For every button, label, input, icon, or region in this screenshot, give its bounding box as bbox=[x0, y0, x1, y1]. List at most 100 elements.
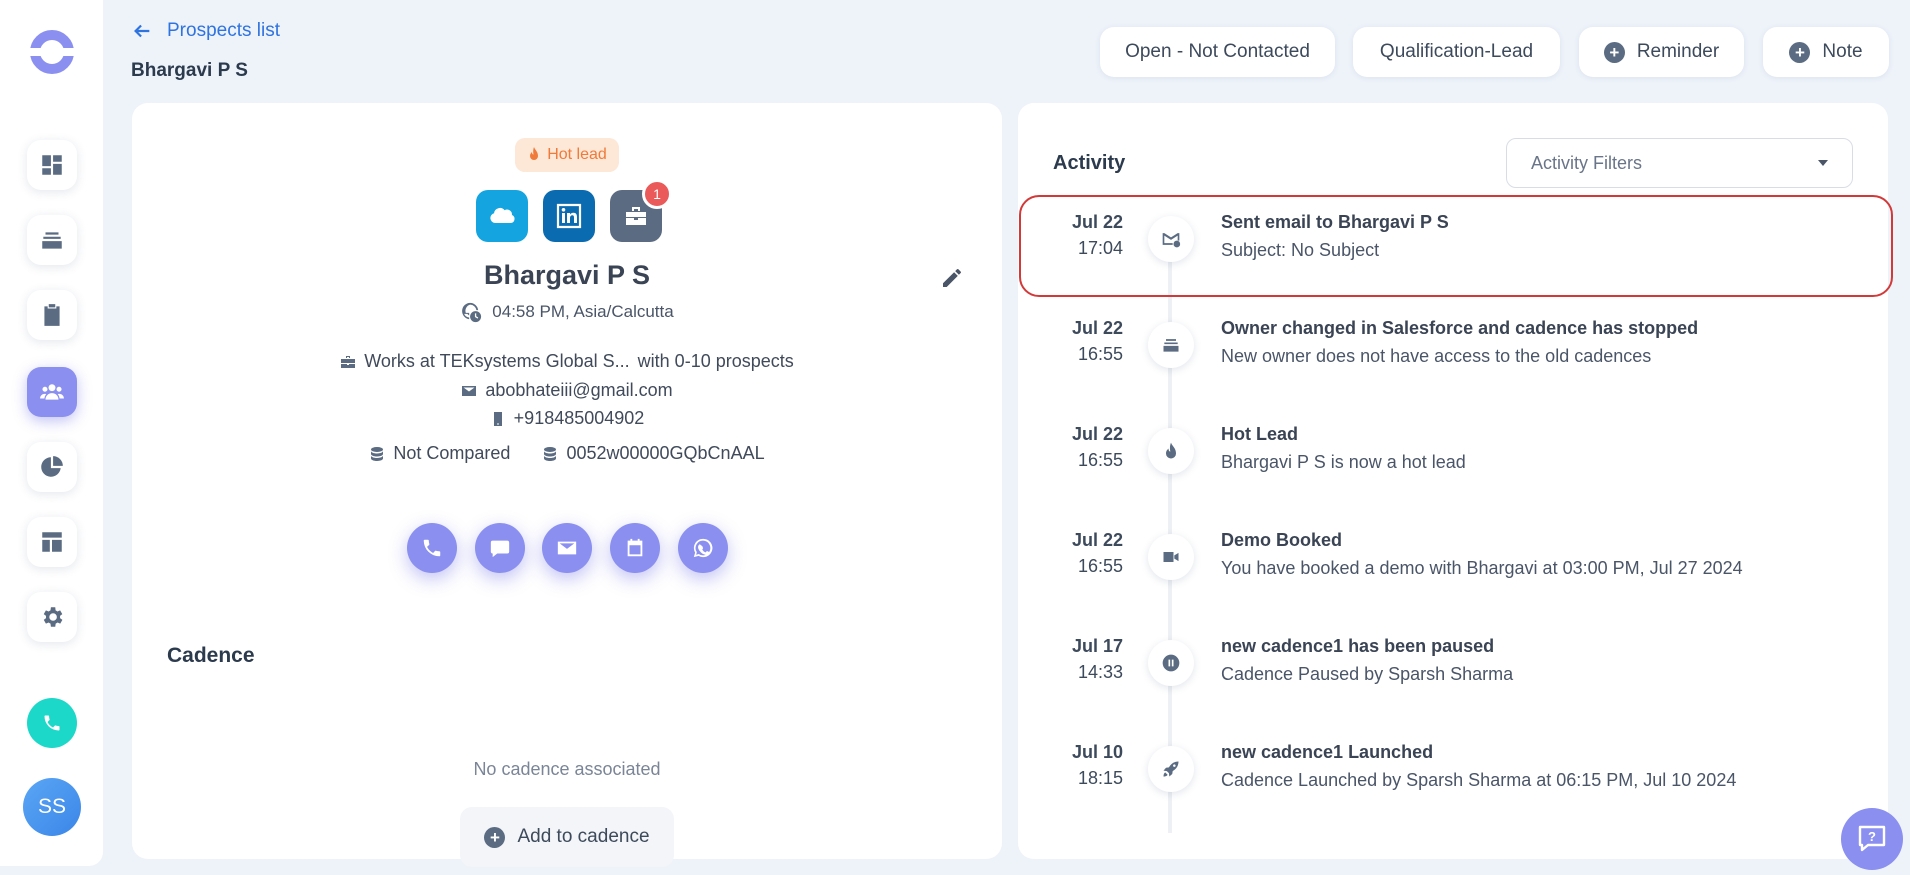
phone-icon bbox=[44, 715, 60, 731]
activity-time: 16:55 bbox=[1077, 344, 1123, 364]
prospect-name: Bhargavi P S bbox=[483, 260, 651, 290]
video-icon bbox=[1148, 534, 1194, 580]
prospect-email-row[interactable]: abobhateiii@gmail.com bbox=[132, 380, 1002, 401]
pause-icon bbox=[1148, 640, 1194, 686]
plus-circle-icon: + bbox=[1603, 41, 1625, 63]
activity-item[interactable]: Jul 22 16:55 Hot Lead Bhargavi P S is no… bbox=[1018, 410, 1888, 510]
stack-icon bbox=[42, 232, 62, 249]
salesforce-icon bbox=[490, 207, 515, 223]
breadcrumb-prospect-name: Bhargavi P S bbox=[131, 60, 248, 81]
crm-id-text: 0052w00000GQbCnAAL bbox=[566, 443, 765, 463]
salesforce-button[interactable] bbox=[476, 190, 528, 242]
activity-date: Jul 17 bbox=[1071, 636, 1123, 656]
stage-label: Qualification-Lead bbox=[1379, 41, 1534, 62]
phone-text[interactable]: +918485004902 bbox=[514, 408, 645, 429]
briefcase-icon bbox=[341, 355, 356, 368]
email-text[interactable]: abobhateiii@gmail.com bbox=[485, 380, 672, 401]
email-button[interactable] bbox=[542, 523, 592, 573]
schedule-button[interactable] bbox=[610, 523, 660, 573]
company-text: Works at TEKsystems Global S... bbox=[364, 351, 630, 371]
rocket-icon bbox=[1148, 746, 1194, 792]
arrow-left-icon bbox=[134, 24, 150, 38]
caret-down-icon bbox=[1818, 160, 1828, 166]
plus-circle-icon: + bbox=[484, 826, 506, 848]
activity-subtitle: Bhargavi P S is now a hot lead bbox=[1221, 452, 1466, 472]
chat-bubble-icon bbox=[490, 540, 510, 558]
back-to-prospects-link[interactable]: Prospects list bbox=[131, 20, 280, 42]
sidebar-item-cadences[interactable] bbox=[27, 215, 77, 265]
envelope-icon bbox=[462, 385, 477, 396]
compare-status-text: Not Compared bbox=[393, 443, 511, 463]
svg-text:?: ? bbox=[1868, 829, 1876, 844]
notification-count-badge: 1 bbox=[642, 179, 672, 209]
app-logo[interactable] bbox=[27, 27, 77, 77]
activity-heading: Owner changed in Salesforce and cadence … bbox=[1221, 318, 1699, 338]
selected-activity-highlight bbox=[1019, 195, 1893, 297]
add-to-cadence-button[interactable]: + Add to cadence bbox=[460, 807, 674, 867]
stage-button[interactable]: Qualification-Lead bbox=[1353, 27, 1560, 77]
mobile-phone-icon bbox=[493, 411, 502, 426]
activity-subtitle: Cadence Paused by Sparsh Sharma bbox=[1221, 664, 1514, 684]
activity-item[interactable]: Jul 22 16:55 Owner changed in Salesforce… bbox=[1018, 304, 1888, 404]
owner-change-icon bbox=[1148, 322, 1194, 368]
activity-subtitle: New owner does not have access to the ol… bbox=[1221, 346, 1652, 366]
no-cadence-text: No cadence associated bbox=[473, 759, 661, 779]
call-button[interactable] bbox=[407, 523, 457, 573]
activity-filters-dropdown[interactable]: Activity Filters bbox=[1506, 138, 1853, 188]
calendar-icon bbox=[627, 538, 643, 557]
prospect-company-row: Works at TEKsystems Global S... with 0-1… bbox=[132, 351, 1002, 372]
activity-item[interactable]: Jul 10 18:15 new cadence1 Launched Caden… bbox=[1018, 728, 1888, 828]
add-to-cadence-label: Add to cadence bbox=[517, 826, 650, 847]
flame-icon bbox=[1148, 428, 1194, 474]
sidebar-item-dashboard[interactable] bbox=[27, 140, 77, 190]
linkedin-icon bbox=[556, 203, 582, 229]
pie-chart-icon bbox=[41, 456, 63, 477]
help-chat-icon: ? bbox=[1858, 825, 1886, 852]
activity-subtitle: Cadence Launched by Sparsh Sharma at 06:… bbox=[1221, 770, 1737, 790]
company-size-text: with 0-10 prospects bbox=[637, 351, 794, 371]
note-button[interactable]: + Note bbox=[1763, 27, 1889, 77]
activity-date: Jul 22 bbox=[1071, 424, 1123, 444]
sidebar-item-tasks[interactable] bbox=[27, 290, 77, 340]
sidebar-item-people[interactable] bbox=[27, 367, 77, 417]
back-link-label: Prospects list bbox=[167, 20, 280, 41]
whatsapp-icon bbox=[693, 538, 713, 558]
activity-heading: new cadence1 Launched bbox=[1221, 742, 1434, 762]
sidebar-item-reports[interactable] bbox=[27, 442, 77, 492]
whatsapp-button[interactable] bbox=[678, 523, 728, 573]
sidebar-item-templates[interactable] bbox=[27, 517, 77, 567]
activity-heading: new cadence1 has been paused bbox=[1221, 636, 1495, 656]
flame-icon bbox=[530, 147, 539, 160]
help-button[interactable]: ? bbox=[1841, 808, 1903, 870]
activity-item[interactable]: Jul 22 16:55 Demo Booked You have booked… bbox=[1018, 516, 1888, 616]
clipboard-icon bbox=[44, 304, 60, 326]
globe-clock-icon bbox=[462, 302, 482, 323]
message-button[interactable] bbox=[475, 523, 525, 573]
cadence-section-title: Cadence bbox=[167, 644, 255, 667]
linkedin-button[interactable] bbox=[543, 190, 595, 242]
activity-filters-label: Activity Filters bbox=[1531, 152, 1643, 173]
layout-icon bbox=[42, 532, 62, 552]
dialer-button[interactable] bbox=[27, 698, 77, 748]
activity-title: Activity bbox=[1053, 152, 1126, 174]
activity-time: 14:33 bbox=[1077, 662, 1123, 682]
activity-date: Jul 22 bbox=[1071, 318, 1123, 338]
user-avatar[interactable]: SS bbox=[23, 778, 81, 836]
reminder-label: Reminder bbox=[1636, 41, 1720, 62]
sidebar-item-settings[interactable] bbox=[27, 592, 77, 642]
plus-circle-icon: + bbox=[1789, 41, 1811, 63]
activity-subtitle: You have booked a demo with Bhargavi at … bbox=[1221, 558, 1743, 578]
status-label: Open - Not Contacted bbox=[1125, 41, 1310, 62]
activity-time: 16:55 bbox=[1077, 556, 1123, 576]
activity-date: Jul 22 bbox=[1071, 530, 1123, 550]
prospect-phone-row[interactable]: +918485004902 bbox=[132, 408, 1002, 429]
activity-heading: Hot Lead bbox=[1221, 424, 1299, 444]
pencil-icon bbox=[943, 269, 961, 287]
sidebar: SS bbox=[0, 0, 103, 866]
prospect-crm-row: Not Compared 0052w00000GQbCnAAL bbox=[132, 443, 1002, 464]
activity-item[interactable]: Jul 17 14:33 new cadence1 has been pause… bbox=[1018, 622, 1888, 722]
status-button[interactable]: Open - Not Contacted bbox=[1100, 27, 1335, 77]
edit-prospect-button[interactable] bbox=[940, 266, 966, 292]
database-icon bbox=[544, 446, 557, 461]
reminder-button[interactable]: + Reminder bbox=[1579, 27, 1744, 77]
